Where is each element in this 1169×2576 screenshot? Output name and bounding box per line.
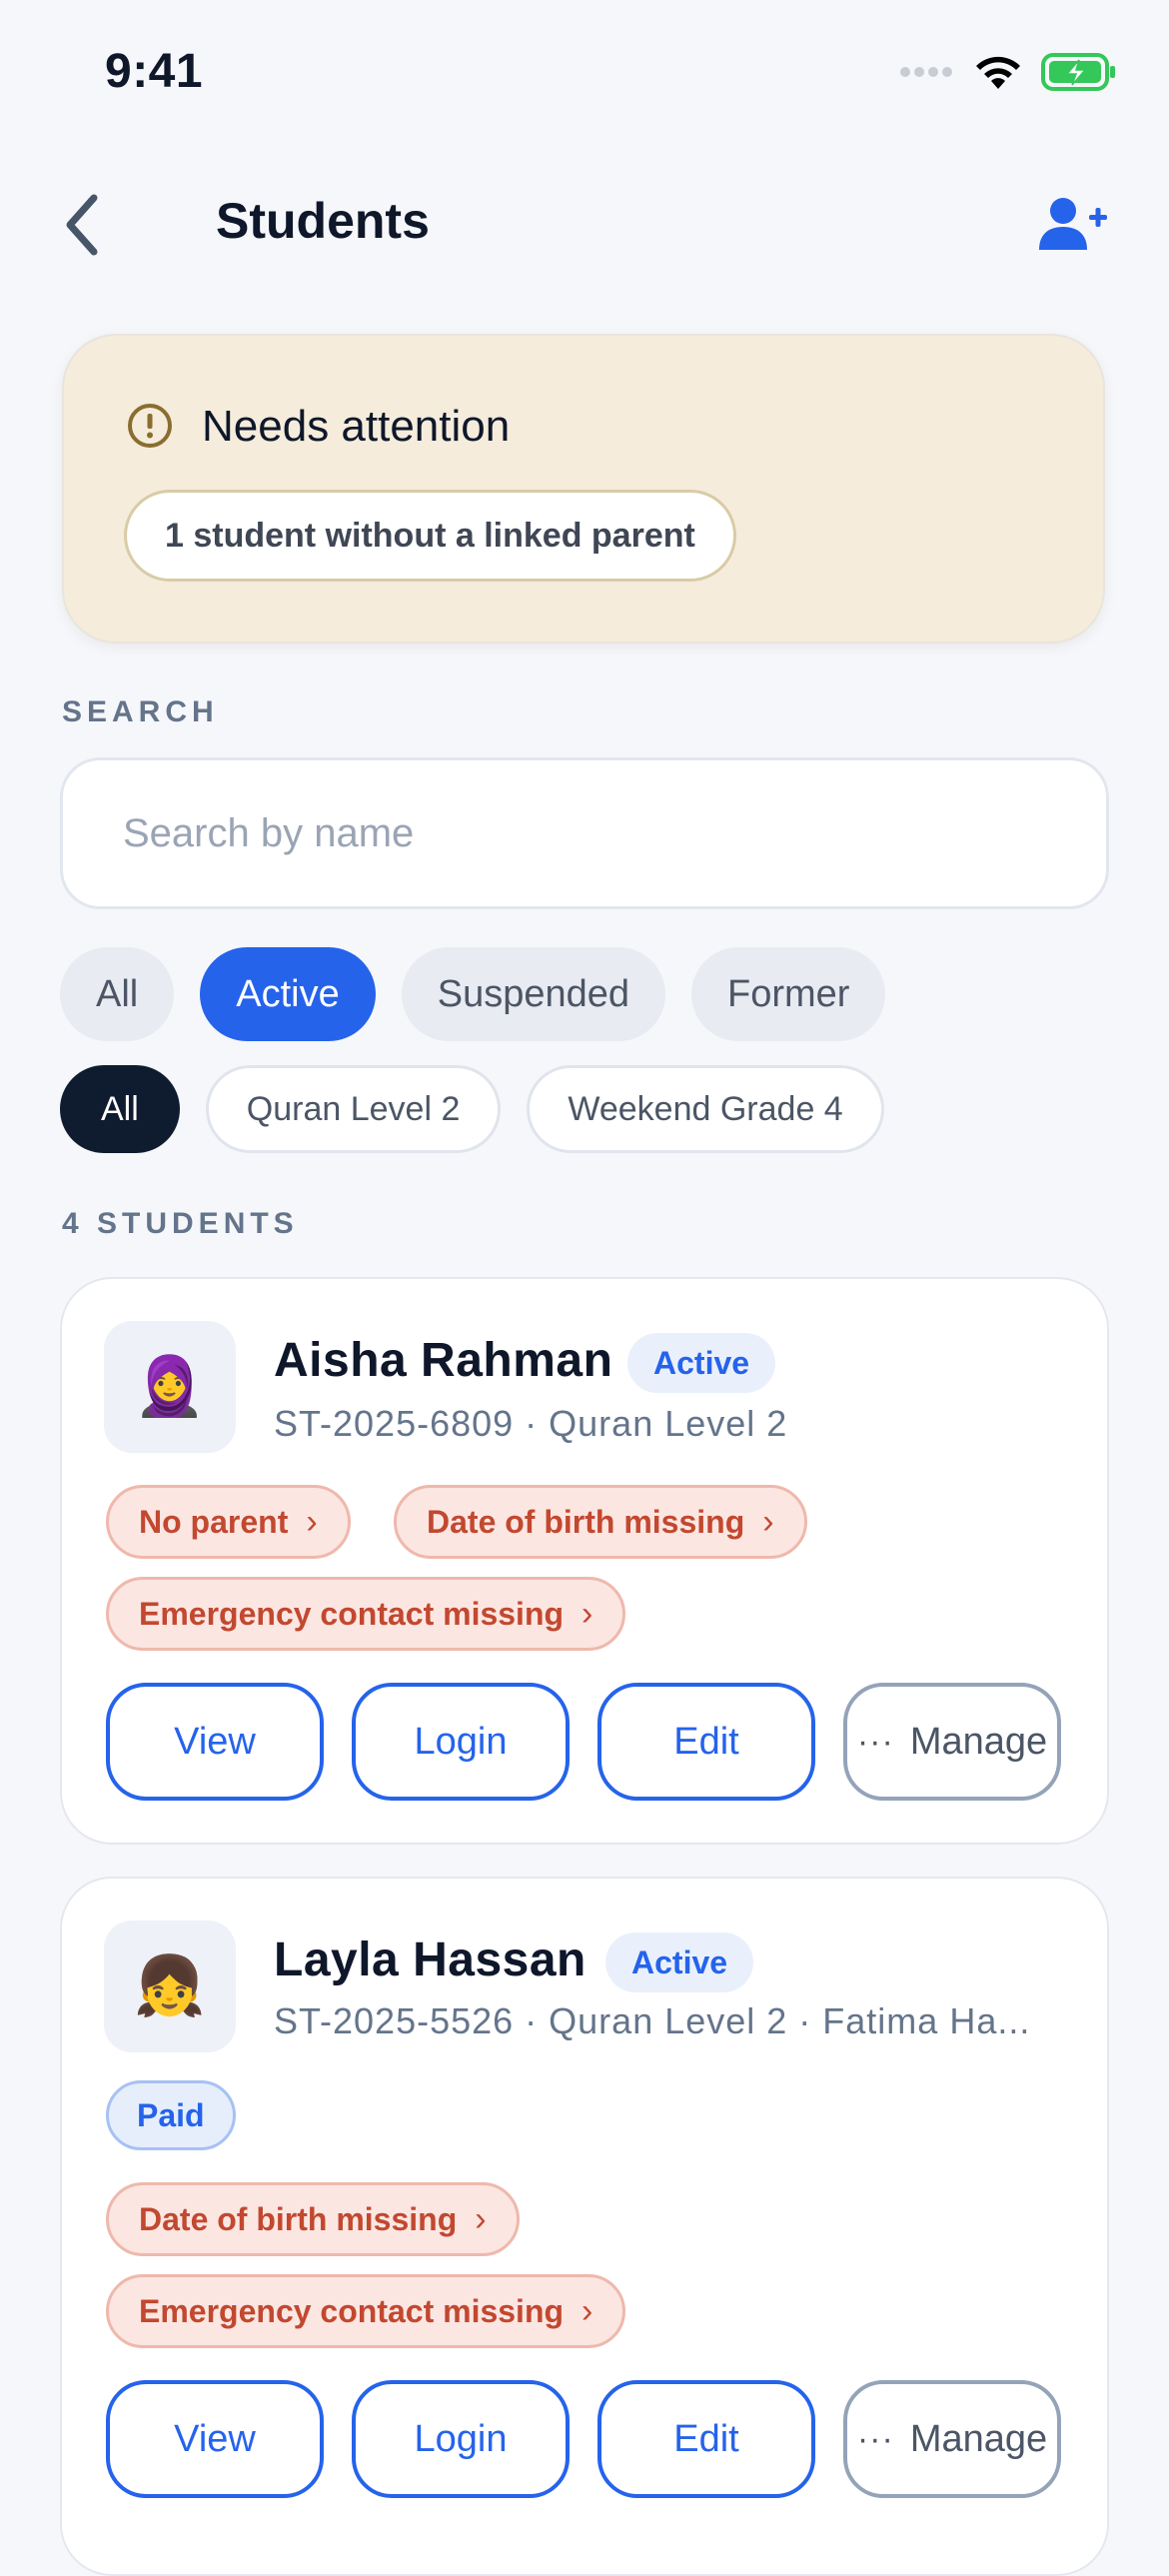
status-time: 9:41 (105, 45, 204, 98)
attention-title: Needs attention (202, 402, 511, 451)
student-actions: View Login Edit ··· Manage (106, 1683, 1061, 1801)
warning-chip-no-parent[interactable]: No parent › (106, 1485, 351, 1559)
student-name: Aisha Rahman (274, 1334, 613, 1387)
warning-label: Date of birth missing (427, 1503, 745, 1540)
chevron-left-icon (66, 194, 98, 256)
student-actions: View Login Edit ··· Manage (106, 2380, 1061, 2498)
paid-badge: Paid (106, 2080, 236, 2150)
filter-status-former[interactable]: Former (691, 947, 886, 1041)
manage-label: Manage (909, 2417, 1048, 2460)
chevron-right-icon: › (475, 2199, 487, 2238)
battery-charging-icon (1041, 53, 1115, 91)
filter-class-all[interactable]: All (60, 1065, 180, 1153)
view-button[interactable]: View (106, 2380, 324, 2498)
warning-label: Emergency contact missing (139, 1595, 565, 1632)
class-filter-row: All Quran Level 2 Weekend Grade 4 (60, 1065, 884, 1153)
cellular-signal-icon (900, 67, 952, 77)
student-subtitle: ST-2025-5526 · Quran Level 2 · Fatima Ha… (274, 2000, 1031, 2041)
alert-circle-icon (128, 404, 172, 448)
attention-card: Needs attention 1 student without a link… (62, 334, 1105, 644)
manage-label: Manage (909, 1720, 1048, 1763)
chevron-right-icon: › (582, 1594, 593, 1633)
chevron-right-icon: › (762, 1502, 774, 1541)
status-icons (899, 52, 1117, 92)
warning-chip-dob-missing[interactable]: Date of birth missing › (106, 2182, 520, 2256)
warning-chip-emergency-missing[interactable]: Emergency contact missing › (106, 2274, 626, 2348)
unlinked-parent-chip[interactable]: 1 student without a linked parent (124, 490, 736, 582)
status-badge: Active (627, 1333, 776, 1393)
wifi-icon (976, 56, 1020, 89)
search-input[interactable]: Search by name (60, 757, 1109, 909)
avatar: 🧕 (104, 1321, 236, 1453)
filter-status-suspended[interactable]: Suspended (401, 947, 666, 1041)
chevron-right-icon: › (582, 2291, 593, 2330)
warning-label: Emergency contact missing (139, 2292, 565, 2329)
login-button[interactable]: Login (352, 2380, 570, 2498)
add-student-button[interactable] (1035, 196, 1109, 254)
page-title: Students (216, 193, 430, 249)
student-name: Layla Hassan (274, 1933, 586, 1986)
student-count: 4 STUDENTS (62, 1207, 299, 1240)
user-plus-icon (1039, 198, 1107, 250)
filter-status-all[interactable]: All (60, 947, 175, 1041)
back-button[interactable] (58, 190, 108, 260)
more-horizontal-icon: ··· (856, 1722, 894, 1761)
manage-button[interactable]: ··· Manage (843, 1683, 1061, 1801)
filter-status-active[interactable]: Active (200, 947, 376, 1041)
login-button[interactable]: Login (352, 1683, 570, 1801)
warning-label: No parent (139, 1503, 289, 1540)
more-horizontal-icon: ··· (856, 2419, 894, 2458)
student-card[interactable]: 👧 Layla Hassan Active ST-2025-5526 · Qur… (60, 1877, 1109, 2576)
status-filter-row: All Active Suspended Former (60, 947, 886, 1041)
warning-chip-dob-missing[interactable]: Date of birth missing › (394, 1485, 807, 1559)
warning-label: Date of birth missing (139, 2200, 458, 2237)
avatar: 👧 (104, 1921, 236, 2052)
filter-class-weekend-grade-4[interactable]: Weekend Grade 4 (527, 1065, 884, 1153)
manage-button[interactable]: ··· Manage (843, 2380, 1061, 2498)
search-placeholder: Search by name (123, 810, 415, 855)
edit-button[interactable]: Edit (597, 1683, 815, 1801)
student-subtitle: ST-2025-6809 · Quran Level 2 (274, 1403, 788, 1444)
search-label: SEARCH (62, 695, 219, 728)
warning-chip-emergency-missing[interactable]: Emergency contact missing › (106, 1577, 626, 1651)
edit-button[interactable]: Edit (597, 2380, 815, 2498)
filter-class-quran-level-2[interactable]: Quran Level 2 (205, 1065, 502, 1153)
view-button[interactable]: View (106, 1683, 324, 1801)
student-card[interactable]: 🧕 Aisha Rahman Active ST-2025-6809 · Qur… (60, 1277, 1109, 1845)
status-badge: Active (605, 1932, 754, 1992)
chevron-right-icon: › (306, 1502, 318, 1541)
